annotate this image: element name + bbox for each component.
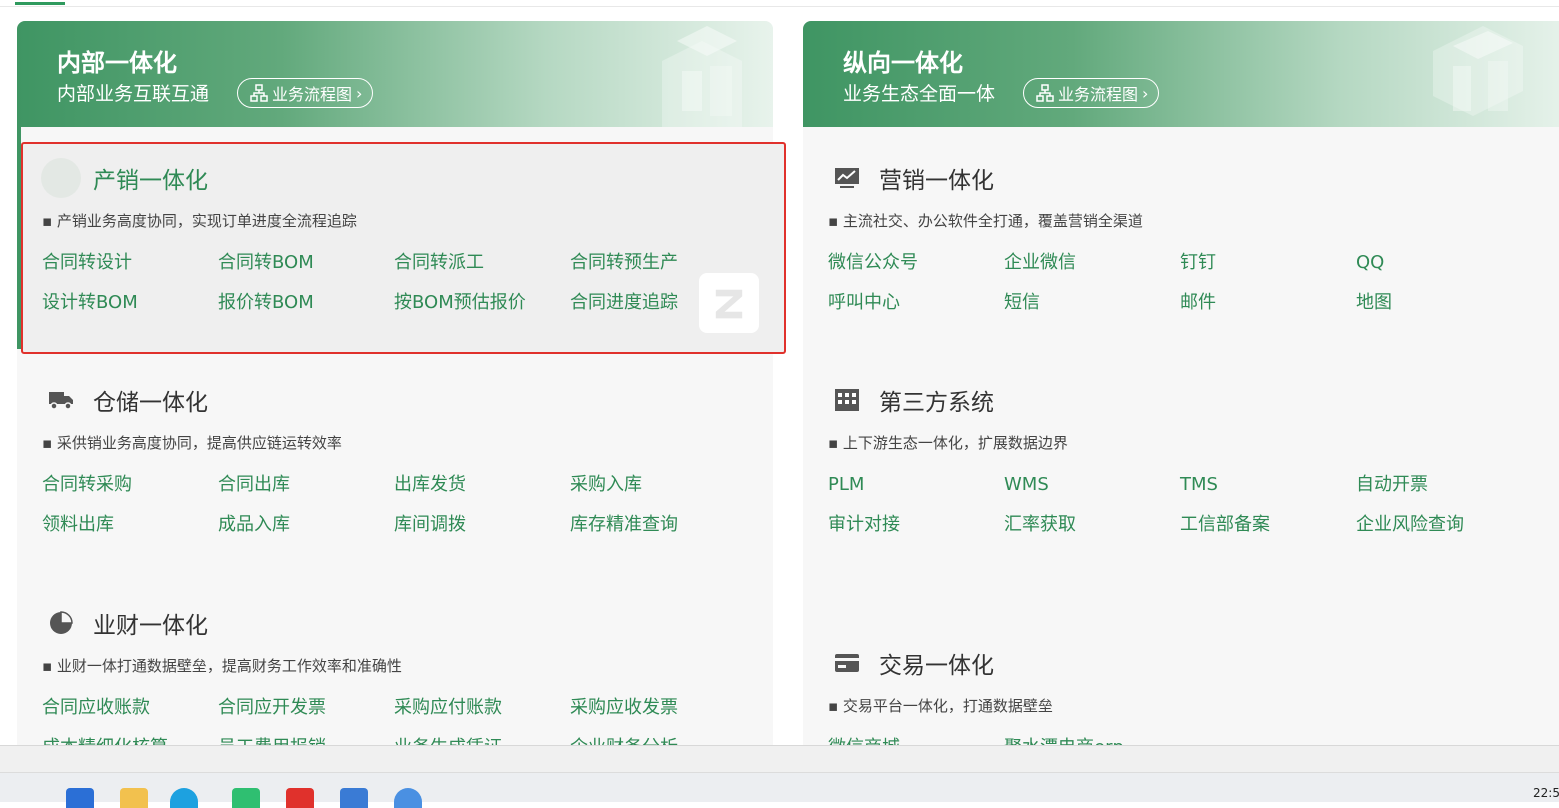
- card-subtitle: 业务生态全面一体: [843, 83, 996, 105]
- section-links: PLM WMS TMS 自动开票 审计对接 汇率获取 工信部备案 企业风险查询: [828, 474, 1548, 536]
- section-links: 合同转采购 合同出库 出库发货 采购入库 领料出库 成品入库 库间调拨 库存精准…: [42, 474, 762, 536]
- link-item[interactable]: QQ: [1356, 252, 1532, 274]
- link-item[interactable]: 报价转BOM: [218, 292, 394, 314]
- building-icon: [827, 380, 867, 420]
- link-item[interactable]: 成品入库: [218, 514, 394, 536]
- section-desc: ▪ 主流社交、办公软件全打通，覆盖营销全渠道: [828, 212, 1143, 230]
- link-item[interactable]: 地图: [1356, 292, 1532, 314]
- os-taskbar: 22:5: [0, 745, 1559, 808]
- monitor-chart-icon: [827, 158, 867, 198]
- browser-icon[interactable]: [170, 788, 198, 808]
- chevron-right-icon: ›: [1142, 83, 1149, 103]
- section-title: 营销一体化: [879, 168, 994, 194]
- top-tab-strip: [0, 0, 1559, 7]
- calendar-icon[interactable]: [66, 788, 94, 808]
- link-item[interactable]: 合同转设计: [42, 252, 218, 274]
- section-desc: ▪ 业财一体打通数据壁垒，提高财务工作效率和准确性: [42, 657, 402, 675]
- link-item[interactable]: 成本精细化核算: [42, 737, 218, 745]
- link-item[interactable]: 合同应开发票: [218, 697, 394, 719]
- link-item[interactable]: 采购入库: [570, 474, 746, 496]
- link-item[interactable]: 采购应收发票: [570, 697, 746, 719]
- link-item[interactable]: 合同应收账款: [42, 697, 218, 719]
- link-item[interactable]: 企业微信: [1004, 252, 1180, 274]
- business-flow-button[interactable]: 业务流程图 ›: [237, 78, 374, 108]
- link-item[interactable]: 合同出库: [218, 474, 394, 496]
- business-flow-button[interactable]: 业务流程图 ›: [1023, 78, 1160, 108]
- section-desc: ▪ 采供销业务高度协同，提高供应链运转效率: [42, 434, 342, 452]
- card-banner: 内部一体化 内部业务互联互通 业务流程图 ›: [17, 21, 773, 127]
- section-links: 微信公众号 企业微信 钉钉 QQ 呼叫中心 短信 邮件 地图: [828, 252, 1548, 314]
- app-red-icon[interactable]: [286, 788, 314, 808]
- link-item[interactable]: 库存精准查询: [570, 514, 746, 536]
- flowchart-icon: [250, 84, 268, 102]
- section-title: 产销一体化: [93, 168, 208, 194]
- link-item[interactable]: 合同转派工: [394, 252, 570, 274]
- section-title: 业财一体化: [93, 613, 208, 639]
- section-title: 第三方系统: [879, 390, 994, 416]
- link-item[interactable]: 合同转采购: [42, 474, 218, 496]
- section-links: 合同转设计 合同转BOM 合同转派工 合同转预生产 设计转BOM 报价转BOM …: [42, 252, 762, 314]
- link-item[interactable]: 短信: [1004, 292, 1180, 314]
- card-icon: [827, 643, 867, 683]
- flow-button-label: 业务流程图: [272, 85, 353, 104]
- section-desc: ▪ 交易平台一体化，打通数据壁垒: [828, 697, 1053, 715]
- building-illustration-icon: [662, 26, 742, 127]
- card-banner: 纵向一体化 业务生态全面一体 业务流程图 ›: [803, 21, 1559, 127]
- truck-icon: [41, 380, 81, 420]
- card-title: 内部一体化: [57, 49, 177, 77]
- circle-icon: [41, 158, 81, 198]
- link-item[interactable]: 邮件: [1180, 292, 1356, 314]
- link-item[interactable]: PLM: [828, 474, 1004, 496]
- system-clock: 22:5: [1533, 786, 1559, 800]
- link-item[interactable]: 按BOM预估报价: [394, 292, 570, 314]
- link-item[interactable]: 聚水潭电商erp: [1004, 737, 1180, 745]
- link-item[interactable]: 合同转BOM: [218, 252, 394, 274]
- section-title: 仓储一体化: [93, 390, 208, 416]
- section-title: 交易一体化: [879, 653, 994, 679]
- pie-chart-icon: [41, 603, 81, 643]
- link-item[interactable]: 领料出库: [42, 514, 218, 536]
- cube-illustration-icon: [1433, 26, 1523, 116]
- app-circle-icon[interactable]: [394, 788, 422, 808]
- active-tab-indicator: [15, 2, 65, 5]
- link-item[interactable]: 自动开票: [1356, 474, 1532, 496]
- link-item[interactable]: 钉钉: [1180, 252, 1356, 274]
- section-desc: ▪ 产销业务高度协同，实现订单进度全流程追踪: [42, 212, 357, 230]
- link-item[interactable]: 工信部备案: [1180, 514, 1356, 536]
- link-item[interactable]: 企业财务分析: [570, 737, 746, 745]
- page-viewport: 内部一体化 内部业务互联互通 业务流程图 › 产销一体化 ▪ 产销业务高度协同，…: [0, 0, 1559, 745]
- link-item[interactable]: 设计转BOM: [42, 292, 218, 314]
- link-item[interactable]: 业务生成凭证: [394, 737, 570, 745]
- link-item[interactable]: TMS: [1180, 474, 1356, 496]
- link-item[interactable]: 审计对接: [828, 514, 1004, 536]
- link-item[interactable]: 微信公众号: [828, 252, 1004, 274]
- card-subtitle: 内部业务互联互通: [57, 83, 210, 105]
- link-item[interactable]: 员工费用报销: [218, 737, 394, 745]
- link-item[interactable]: 呼叫中心: [828, 292, 1004, 314]
- flowchart-icon: [1036, 84, 1054, 102]
- section-links: 微信商城 聚水潭电商erp: [828, 737, 1548, 745]
- section-links: 合同应收账款 合同应开发票 采购应付账款 采购应收发票 成本精细化核算 员工费用…: [42, 697, 762, 745]
- section-desc: ▪ 上下游生态一体化，扩展数据边界: [828, 434, 1068, 452]
- app-play-icon[interactable]: [340, 788, 368, 808]
- link-item[interactable]: 库间调拨: [394, 514, 570, 536]
- link-item[interactable]: WMS: [1004, 474, 1180, 496]
- link-item[interactable]: 出库发货: [394, 474, 570, 496]
- link-item[interactable]: 企业风险查询: [1356, 514, 1532, 536]
- link-item[interactable]: 微信商城: [828, 737, 1004, 745]
- link-item[interactable]: 合同转预生产: [570, 252, 746, 274]
- browser-status-strip: [0, 746, 1559, 773]
- flow-button-label: 业务流程图: [1058, 85, 1139, 104]
- folder-icon[interactable]: [120, 788, 148, 808]
- link-item[interactable]: 汇率获取: [1004, 514, 1180, 536]
- card-title: 纵向一体化: [843, 49, 963, 77]
- chevron-right-icon: ›: [356, 83, 363, 103]
- link-item[interactable]: 采购应付账款: [394, 697, 570, 719]
- link-item[interactable]: 合同进度追踪: [570, 292, 746, 314]
- app-m-icon[interactable]: [232, 788, 260, 808]
